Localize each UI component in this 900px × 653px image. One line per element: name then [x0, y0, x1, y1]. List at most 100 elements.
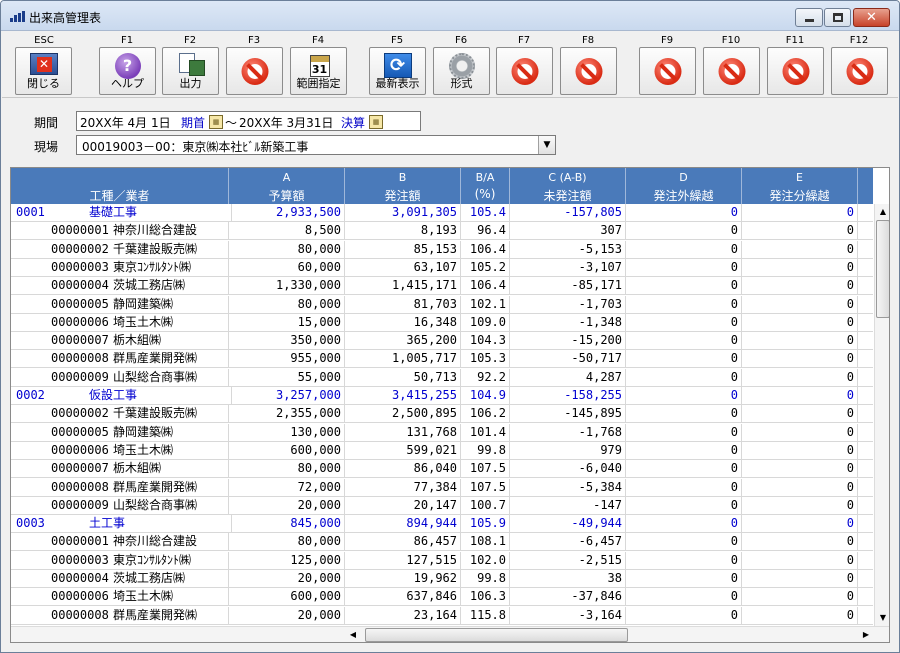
- horizontal-scrollbar[interactable]: ◀ ▶: [11, 626, 889, 642]
- fkey-label-f3: F3: [247, 35, 261, 46]
- category-row[interactable]: 0003 土工事 845,000 894,944 105.9 -49,944 0 0: [11, 515, 873, 534]
- table-row[interactable]: 00000003 東京ｺﾝｻﾙﾀﾝﾄ㈱ 60,000 63,107 105.2 -3,10…: [11, 258, 873, 277]
- table-row[interactable]: 00000008 群馬産業開発㈱ 955,000 1,005,717 105.3 -50,…: [11, 350, 873, 369]
- table-row[interactable]: 00000006 埼玉土木㈱ 15,000 16,348 109.0 -1,348 0 0: [11, 313, 873, 332]
- cell-d: 0: [626, 350, 742, 369]
- table-row[interactable]: 00000007 栃木組㈱ 350,000 365,200 104.3 -15,200 0 0: [11, 332, 873, 351]
- table-row[interactable]: 00000003 東京ｺﾝｻﾙﾀﾝﾄ㈱ 125,000 127,515 102.0 -2,…: [11, 551, 873, 570]
- cell-d: 0: [626, 222, 742, 241]
- column-header-unordered[interactable]: C (A-B) 未発注額: [510, 168, 626, 204]
- cell-code: 0003: [16, 516, 45, 531]
- category-row[interactable]: 0002 仮設工事 3,257,000 3,415,255 104.9 -158,255 0…: [11, 387, 873, 405]
- cell-c: 307: [510, 222, 626, 241]
- table-row[interactable]: 00000001 神奈川総合建設 8,500 8,193 96.4 307 0 0: [11, 222, 873, 241]
- disabled-icon: [241, 52, 268, 85]
- cell-name: 山梨総合商事㈱: [109, 496, 229, 515]
- column-header-ratio[interactable]: B/A (%): [461, 168, 510, 204]
- range-button[interactable]: 31 範囲指定: [290, 47, 347, 95]
- cell-code: 00000004: [51, 278, 109, 293]
- period-start-link[interactable]: 期首: [181, 114, 205, 131]
- period-start-calendar-icon[interactable]: ▦: [209, 115, 223, 129]
- f10-button[interactable]: [703, 47, 760, 95]
- minimize-button[interactable]: [795, 8, 823, 27]
- cell-b: 637,846: [345, 588, 461, 607]
- column-header-name[interactable]: 工種／業者: [11, 168, 229, 204]
- dropdown-arrow-icon[interactable]: ▼: [538, 136, 555, 154]
- cell-e: 0: [742, 313, 858, 332]
- cell-e: 0: [742, 460, 858, 479]
- f12-button[interactable]: [831, 47, 888, 95]
- cell-code: 00000009: [51, 497, 109, 512]
- refresh-button[interactable]: 最新表示: [369, 47, 426, 95]
- cell-e: 0: [742, 258, 858, 277]
- cell-d: 0: [626, 533, 742, 552]
- cell-e: 0: [742, 277, 858, 296]
- table-row[interactable]: 00000008 群馬産業開発㈱ 20,000 23,164 115.8 -3,164 0 0: [11, 606, 873, 625]
- close-button[interactable]: ✕ 閉じる: [15, 47, 72, 95]
- f3-button[interactable]: [226, 47, 283, 95]
- table-row[interactable]: 00000007 栃木組㈱ 80,000 86,040 107.5 -6,040 0 0: [11, 460, 873, 479]
- window-close-button[interactable]: ✕: [853, 8, 890, 27]
- cell-pct: 92.2: [461, 368, 510, 387]
- table-row[interactable]: 00000008 群馬産業開発㈱ 72,000 77,384 107.5 -5,384 0 0: [11, 478, 873, 497]
- scroll-up-icon[interactable]: ▲: [875, 204, 889, 220]
- cell-code: 00000008: [51, 607, 109, 622]
- period-end-link[interactable]: 決算: [341, 114, 365, 131]
- format-button[interactable]: 形式: [433, 47, 490, 95]
- cell-e: 0: [742, 515, 858, 534]
- fkey-label-f2: F2: [183, 35, 197, 46]
- vertical-scroll-thumb[interactable]: [876, 220, 889, 318]
- scroll-right-icon[interactable]: ▶: [858, 627, 874, 642]
- f8-button[interactable]: [560, 47, 617, 95]
- table-row[interactable]: 00000009 山梨総合商事㈱ 55,000 50,713 92.2 4,287 0 0: [11, 368, 873, 387]
- disabled-icon: [846, 52, 873, 85]
- table-row[interactable]: 00000005 静岡建築㈱ 130,000 131,768 101.4 -1,768 0 0: [11, 423, 873, 442]
- site-select[interactable]: 00019003－00：東京㈱本社ﾋﾞﾙ新築工事 ▼: [76, 135, 556, 155]
- column-header-ordered[interactable]: B 発注額: [345, 168, 461, 204]
- cell-e: 0: [742, 551, 858, 570]
- column-label: 未発注額: [543, 189, 592, 203]
- cell-a: 80,000: [229, 533, 345, 552]
- scroll-left-icon[interactable]: ◀: [345, 627, 361, 642]
- table-row[interactable]: 00000001 神奈川総合建設 80,000 86,457 108.1 -6,457 0 0: [11, 533, 873, 552]
- column-key: C (A-B): [548, 171, 587, 184]
- scroll-down-icon[interactable]: ▼: [875, 610, 889, 626]
- cell-a: 80,000: [229, 295, 345, 314]
- cell-name: 群馬産業開発㈱: [109, 478, 229, 497]
- cell-code: 00000006: [51, 589, 109, 604]
- table-row[interactable]: 00000006 埼玉土木㈱ 600,000 599,021 99.8 979 0 0: [11, 441, 873, 460]
- cell-d: 0: [626, 387, 742, 405]
- column-header-budget[interactable]: A 予算額: [229, 168, 345, 204]
- f7-button[interactable]: [496, 47, 553, 95]
- period-end-calendar-icon[interactable]: ▦: [369, 115, 383, 129]
- output-button[interactable]: 出力: [162, 47, 219, 95]
- column-header-carryover-other[interactable]: D 発注外繰越: [626, 168, 742, 204]
- maximize-button[interactable]: [824, 8, 851, 27]
- fkey-label-f10: F10: [721, 35, 741, 46]
- cell-code: 00000006: [51, 442, 109, 457]
- table-row[interactable]: 00000009 山梨総合商事㈱ 20,000 20,147 100.7 -147 0 0: [11, 496, 873, 515]
- cell-b: 131,768: [345, 423, 461, 442]
- category-row[interactable]: 0001 基礎工事 2,933,500 3,091,305 105.4 -157,805 0…: [11, 204, 873, 222]
- cell-name: 山梨総合商事㈱: [109, 368, 229, 387]
- column-header-carryover-ordered[interactable]: E 発注分繰越: [742, 168, 858, 204]
- table-row[interactable]: 00000002 千葉建設販売㈱ 2,355,000 2,500,895 106.2 -1…: [11, 405, 873, 424]
- table-row[interactable]: 00000006 埼玉土木㈱ 600,000 637,846 106.3 -37,846 0…: [11, 588, 873, 607]
- cell-d: 0: [626, 460, 742, 479]
- table-row[interactable]: 00000004 茨城工務店㈱ 1,330,000 1,415,171 106.4 -85…: [11, 277, 873, 296]
- horizontal-scroll-thumb[interactable]: [365, 628, 628, 642]
- cell-code: 0001: [16, 205, 45, 219]
- table-row[interactable]: 00000002 千葉建設販売㈱ 80,000 85,153 106.4 -5,153 0 0: [11, 240, 873, 259]
- cell-name: 千葉建設販売㈱: [109, 240, 229, 259]
- table-row[interactable]: 00000004 茨城工務店㈱ 20,000 19,962 99.8 38 0 0: [11, 570, 873, 588]
- cell-pct: 107.5: [461, 460, 510, 479]
- vertical-scrollbar[interactable]: ▲ ▼: [874, 204, 889, 626]
- period-field[interactable]: 20XX年 4月 1日 期首 ▦ ～ 20XX年 3月31日 決算 ▦: [76, 111, 421, 131]
- maximize-icon: [833, 13, 843, 22]
- f11-button[interactable]: [767, 47, 824, 95]
- table-row[interactable]: 00000005 静岡建築㈱ 80,000 81,703 102.1 -1,703 0 0: [11, 295, 873, 314]
- cell-name: 埼玉土木㈱: [109, 441, 229, 460]
- cell-name: 東京ｺﾝｻﾙﾀﾝﾄ㈱: [109, 258, 229, 277]
- help-button[interactable]: ? ヘルプ: [99, 47, 156, 95]
- f9-button[interactable]: [639, 47, 696, 95]
